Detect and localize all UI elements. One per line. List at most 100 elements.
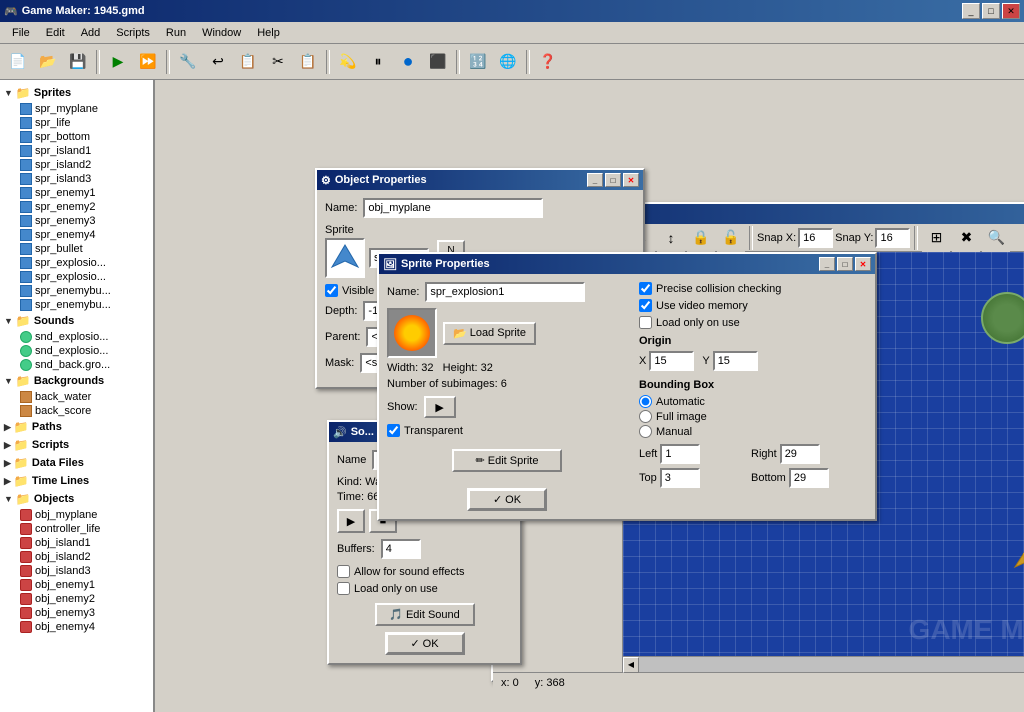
- toolbar-btn-12[interactable]: 🔢: [464, 48, 492, 76]
- sprite-show-button[interactable]: ▶: [424, 396, 456, 418]
- bbox-bottom-input[interactable]: [789, 468, 829, 488]
- bb-fullimage-radio[interactable]: [639, 410, 652, 423]
- tree-item-obj-enemy2[interactable]: obj_enemy2: [0, 592, 153, 606]
- room-grid-icon[interactable]: ⊞: [922, 224, 950, 252]
- obj-visible-checkbox[interactable]: [325, 284, 338, 297]
- toolbar-btn-7[interactable]: 📋: [294, 48, 322, 76]
- load-only-checkbox[interactable]: [639, 316, 652, 329]
- sidebar-section-paths[interactable]: ▶ 📁 Paths: [0, 418, 153, 436]
- toolbar-btn-4[interactable]: ↩: [204, 48, 232, 76]
- room-nosnap-icon[interactable]: ✖: [952, 224, 980, 252]
- toolbar-btn-3[interactable]: 🔧: [174, 48, 202, 76]
- tree-item-spr-explo2[interactable]: spr_explosio...: [0, 270, 153, 284]
- sidebar-section-scripts[interactable]: ▶ 📁 Scripts: [0, 436, 153, 454]
- load-sprite-button[interactable]: 📂 Load Sprite: [443, 322, 536, 345]
- menu-scripts[interactable]: Scripts: [108, 25, 158, 41]
- obj-props-maximize[interactable]: □: [605, 173, 621, 187]
- sprite-props-close[interactable]: ✕: [855, 257, 871, 271]
- toolbar-help[interactable]: ❓: [534, 48, 562, 76]
- toolbar-run-debug[interactable]: ⏩: [134, 48, 162, 76]
- bbox-top-input[interactable]: [660, 468, 700, 488]
- maximize-button[interactable]: □: [982, 3, 1000, 19]
- tree-item-spr-life[interactable]: spr_life: [0, 116, 153, 130]
- sprite-transparent-checkbox[interactable]: [387, 424, 400, 437]
- tree-item-obj-island1[interactable]: obj_island1: [0, 536, 153, 550]
- toolbar-open[interactable]: 📂: [34, 48, 62, 76]
- sprite-props-maximize[interactable]: □: [837, 257, 853, 271]
- close-button[interactable]: ✕: [1002, 3, 1020, 19]
- sidebar-section-objects[interactable]: ▼ 📁 Objects: [0, 490, 153, 508]
- bbox-left-input[interactable]: [660, 444, 700, 464]
- scroll-h-track[interactable]: [639, 657, 1024, 672]
- tree-item-obj-enemy3[interactable]: obj_enemy3: [0, 606, 153, 620]
- sound-ok-button[interactable]: ✓ OK: [385, 632, 465, 655]
- sound-load-only-checkbox[interactable]: [337, 582, 350, 595]
- video-memory-checkbox[interactable]: [639, 299, 652, 312]
- tree-item-obj-island3[interactable]: obj_island3: [0, 564, 153, 578]
- tree-item-snd-back[interactable]: snd_back.gro...: [0, 358, 153, 372]
- tree-item-spr-island1[interactable]: spr_island1: [0, 144, 153, 158]
- tree-item-obj-island2[interactable]: obj_island2: [0, 550, 153, 564]
- menu-help[interactable]: Help: [249, 25, 288, 41]
- room-resize-icon[interactable]: ↕: [657, 224, 685, 252]
- tree-item-obj-enemy4[interactable]: obj_enemy4: [0, 620, 153, 634]
- sidebar-section-sprites[interactable]: ▼ 📁 Sprites: [0, 84, 153, 102]
- tree-item-spr-island2[interactable]: spr_island2: [0, 158, 153, 172]
- menu-window[interactable]: Window: [194, 25, 249, 41]
- toolbar-btn-10[interactable]: ●: [394, 48, 422, 76]
- obj-props-minimize[interactable]: _: [587, 173, 603, 187]
- menu-add[interactable]: Add: [73, 25, 109, 41]
- menu-file[interactable]: File: [4, 25, 38, 41]
- snap-x-input[interactable]: [798, 228, 833, 248]
- sprite-ok-button[interactable]: ✓ OK: [467, 488, 547, 511]
- toolbar-btn-6[interactable]: ✂: [264, 48, 292, 76]
- tree-item-spr-enemybu2[interactable]: spr_enemybu...: [0, 298, 153, 312]
- room-unlock-icon[interactable]: 🔓: [717, 224, 745, 252]
- tree-item-spr-enemybu1[interactable]: spr_enemybu...: [0, 284, 153, 298]
- tree-item-spr-enemy1[interactable]: spr_enemy1: [0, 186, 153, 200]
- tree-item-obj-myplane[interactable]: obj_myplane: [0, 508, 153, 522]
- toolbar-run[interactable]: ▶: [104, 48, 132, 76]
- sound-play-button[interactable]: ▶: [337, 509, 365, 533]
- precise-collision-checkbox[interactable]: [639, 282, 652, 295]
- sprite-props-minimize[interactable]: _: [819, 257, 835, 271]
- tree-item-controller-life[interactable]: controller_life: [0, 522, 153, 536]
- menu-run[interactable]: Run: [158, 25, 194, 41]
- tree-item-spr-bottom[interactable]: spr_bottom: [0, 130, 153, 144]
- bb-manual-radio[interactable]: [639, 425, 652, 438]
- sidebar-section-datafiles[interactable]: ▶ 📁 Data Files: [0, 454, 153, 472]
- toolbar-btn-5[interactable]: 📋: [234, 48, 262, 76]
- obj-name-input[interactable]: [363, 198, 543, 218]
- toolbar-new[interactable]: 📄: [4, 48, 32, 76]
- minimize-button[interactable]: _: [962, 3, 980, 19]
- sound-buffers-input[interactable]: [381, 539, 421, 559]
- edit-sound-button[interactable]: 🎵 Edit Sound: [375, 603, 475, 626]
- tree-item-spr-enemy4[interactable]: spr_enemy4: [0, 228, 153, 242]
- sprite-name-input[interactable]: [425, 282, 585, 302]
- toolbar-btn-8[interactable]: 💫: [334, 48, 362, 76]
- origin-x-input[interactable]: [649, 351, 694, 371]
- tree-item-spr-enemy3[interactable]: spr_enemy3: [0, 214, 153, 228]
- tree-item-obj-enemy1[interactable]: obj_enemy1: [0, 578, 153, 592]
- bb-automatic-radio[interactable]: [639, 395, 652, 408]
- obj-props-close[interactable]: ✕: [623, 173, 639, 187]
- toolbar-save[interactable]: 💾: [64, 48, 92, 76]
- tree-item-snd-explo1[interactable]: snd_explosio...: [0, 330, 153, 344]
- tree-item-spr-enemy2[interactable]: spr_enemy2: [0, 200, 153, 214]
- toolbar-btn-9[interactable]: ⏸: [364, 48, 392, 76]
- tree-item-spr-island3[interactable]: spr_island3: [0, 172, 153, 186]
- sound-effects-checkbox[interactable]: [337, 565, 350, 578]
- room-lock-icon[interactable]: 🔒: [687, 224, 715, 252]
- toolbar-btn-11[interactable]: ⬛: [424, 48, 452, 76]
- tree-item-back-water[interactable]: back_water: [0, 390, 153, 404]
- room-zoom-icon[interactable]: 🔍: [982, 224, 1010, 252]
- sidebar-section-sounds[interactable]: ▼ 📁 Sounds: [0, 312, 153, 330]
- menu-edit[interactable]: Edit: [38, 25, 73, 41]
- sidebar-section-backgrounds[interactable]: ▼ 📁 Backgrounds: [0, 372, 153, 390]
- scroll-left-btn[interactable]: ◀: [623, 657, 639, 673]
- sidebar-section-timelines[interactable]: ▶ 📁 Time Lines: [0, 472, 153, 490]
- tree-item-back-score[interactable]: back_score: [0, 404, 153, 418]
- toolbar-btn-13[interactable]: 🌐: [494, 48, 522, 76]
- bbox-right-input[interactable]: [780, 444, 820, 464]
- origin-y-input[interactable]: [713, 351, 758, 371]
